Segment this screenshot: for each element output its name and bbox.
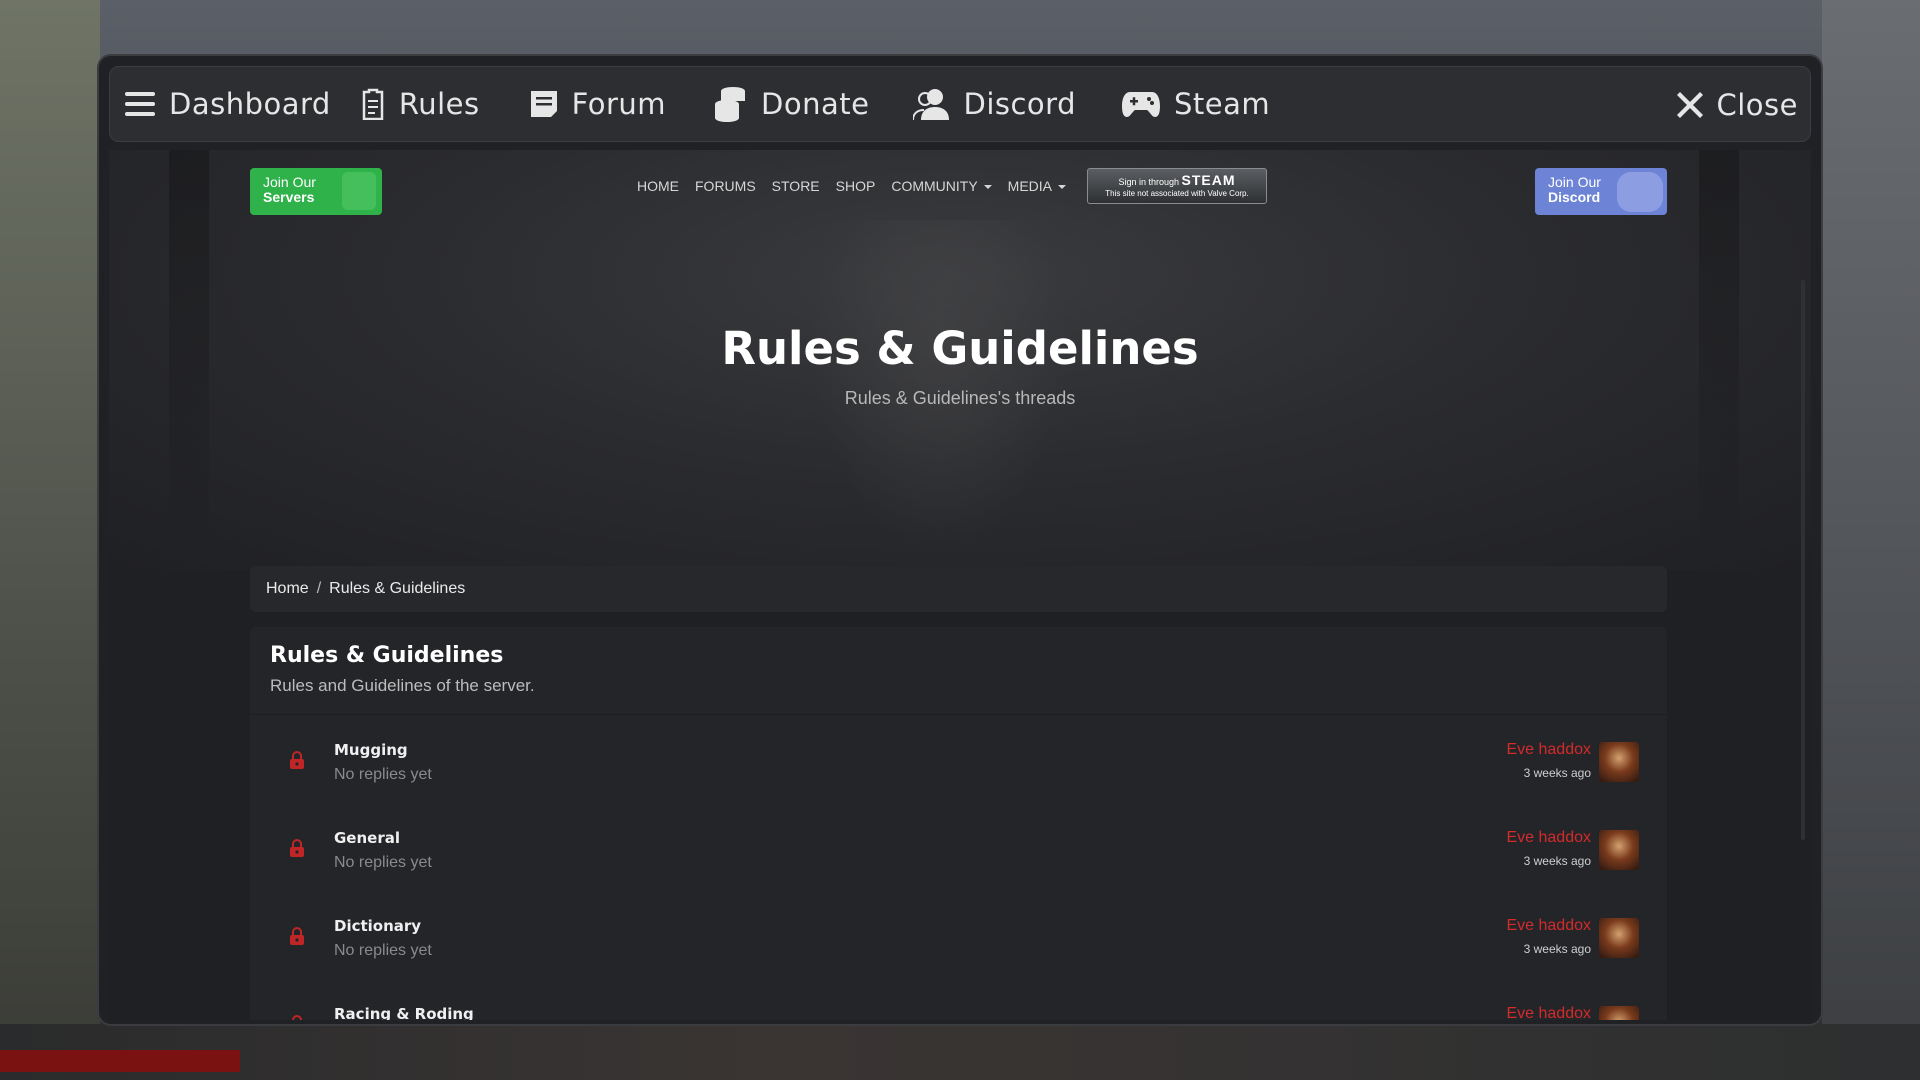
- lock-icon: [290, 751, 304, 769]
- thread-title[interactable]: Racing & Roding: [334, 1005, 474, 1020]
- breadcrumb: Home / Rules & Guidelines: [250, 566, 1667, 612]
- site-nav-media[interactable]: MEDIA: [1007, 178, 1067, 194]
- avatar[interactable]: [1599, 742, 1639, 782]
- breadcrumb-current: Rules & Guidelines: [329, 580, 466, 597]
- site-nav-forums[interactable]: FORUMS: [695, 178, 756, 194]
- thread-author[interactable]: Eve haddox: [1506, 1005, 1591, 1020]
- lock-icon: [290, 927, 304, 945]
- nav-dashboard[interactable]: Dashboard: [125, 66, 331, 142]
- nav-dashboard-label: Dashboard: [169, 87, 331, 121]
- thread-row[interactable]: General No replies yet Eve haddox 3 week…: [250, 803, 1667, 891]
- coins-icon: [715, 87, 746, 122]
- thread-author[interactable]: Eve haddox: [1506, 829, 1591, 847]
- steam-signin-button[interactable]: Sign in through STEAM This site not asso…: [1087, 168, 1267, 204]
- discord-logo-icon: [1617, 172, 1663, 212]
- thread-replies: No replies yet: [334, 766, 432, 783]
- forum-panel: Rules & Guidelines Rules and Guidelines …: [250, 627, 1667, 1020]
- page-subtitle: Rules & Guidelines's threads: [844, 388, 1076, 408]
- nav-donate-label: Donate: [761, 87, 870, 121]
- nav-forum[interactable]: Forum: [530, 66, 666, 142]
- clipboard-icon: [362, 88, 384, 120]
- nav-rules[interactable]: Rules: [361, 66, 480, 142]
- thread-time: 3 weeks ago: [1523, 854, 1591, 868]
- chevron-down-icon: [1058, 185, 1067, 190]
- site-nav-store[interactable]: STORE: [772, 178, 820, 194]
- website-frame: Join Our Servers HOME FORUMS STORE SHOP …: [109, 150, 1811, 1020]
- nav-rules-label: Rules: [398, 87, 480, 121]
- join-discord-line1: Join Our: [1548, 174, 1601, 190]
- background-bottom: [0, 1024, 1920, 1080]
- thread-row[interactable]: Racing & Roding Eve haddox: [250, 979, 1667, 1020]
- thread-time: 3 weeks ago: [1523, 766, 1591, 780]
- breadcrumb-separator: /: [316, 580, 322, 597]
- thread-author[interactable]: Eve haddox: [1506, 917, 1591, 935]
- steam-signin-text: Sign in through: [1118, 177, 1180, 187]
- steam-signin-line1: Sign in through STEAM: [1088, 172, 1266, 188]
- lock-icon: [292, 1015, 302, 1020]
- puzzle-icon: [342, 172, 376, 210]
- background-left: [0, 0, 100, 1080]
- nav-discord-label: Discord: [963, 87, 1076, 121]
- chevron-down-icon: [983, 185, 992, 190]
- background-health-bar: [0, 1050, 240, 1072]
- users-icon: [913, 89, 950, 120]
- close-icon: [1676, 92, 1703, 118]
- tablet-window: Dashboard Rules Forum Donate Discord Ste…: [97, 54, 1823, 1026]
- join-servers-button[interactable]: Join Our Servers: [250, 168, 382, 215]
- close-label: Close: [1716, 88, 1798, 122]
- thread-row[interactable]: Mugging No replies yet Eve haddox 3 week…: [250, 715, 1667, 803]
- thread-title[interactable]: Mugging: [334, 741, 408, 759]
- join-discord-button[interactable]: Join Our Discord: [1535, 168, 1667, 215]
- forum-title: Rules & Guidelines: [270, 643, 504, 668]
- avatar[interactable]: [1599, 918, 1639, 958]
- thread-title[interactable]: General: [334, 829, 400, 847]
- site-nav-community-label: COMMUNITY: [891, 178, 978, 194]
- thread-row[interactable]: Dictionary No replies yet Eve haddox 3 w…: [250, 891, 1667, 979]
- steam-disclaimer: This site not associated with Valve Corp…: [1105, 189, 1249, 198]
- thread-replies: No replies yet: [334, 854, 432, 871]
- background-right: [1822, 0, 1920, 1080]
- nav-donate[interactable]: Donate: [713, 66, 869, 142]
- nav-forum-label: Forum: [571, 87, 667, 121]
- scrollbar[interactable]: [1801, 280, 1805, 840]
- forum-description: Rules and Guidelines of the server.: [270, 676, 535, 695]
- join-servers-line1: Join Our: [263, 174, 316, 190]
- thread-author[interactable]: Eve haddox: [1506, 741, 1591, 759]
- close-button[interactable]: Close: [1676, 67, 1799, 143]
- site-nav: HOME FORUMS STORE SHOP COMMUNITY MEDIA: [637, 178, 1082, 194]
- thread-time: 3 weeks ago: [1523, 942, 1591, 956]
- hero-figure-image: [809, 220, 1069, 550]
- lock-icon: [290, 839, 304, 857]
- site-nav-media-label: MEDIA: [1007, 178, 1053, 194]
- top-nav-bar: Dashboard Rules Forum Donate Discord Ste…: [109, 66, 1811, 142]
- breadcrumb-home[interactable]: Home: [266, 580, 309, 598]
- avatar[interactable]: [1599, 830, 1639, 870]
- forum-panel-header: Rules & Guidelines Rules and Guidelines …: [250, 627, 1667, 715]
- site-nav-home[interactable]: HOME: [637, 178, 679, 194]
- menu-icon: [125, 92, 155, 116]
- nav-steam[interactable]: Steam: [1122, 66, 1270, 142]
- site-nav-shop[interactable]: SHOP: [836, 178, 876, 194]
- page-title: Rules & Guidelines: [721, 322, 1199, 375]
- document-icon: [530, 91, 557, 117]
- gamepad-icon: [1122, 92, 1160, 117]
- thread-title[interactable]: Dictionary: [334, 917, 421, 935]
- avatar[interactable]: [1599, 1006, 1639, 1020]
- nav-discord[interactable]: Discord: [913, 66, 1076, 142]
- site-nav-community[interactable]: COMMUNITY: [891, 178, 992, 194]
- steam-brand: STEAM: [1181, 172, 1236, 188]
- nav-steam-label: Steam: [1174, 87, 1271, 121]
- thread-replies: No replies yet: [334, 942, 432, 959]
